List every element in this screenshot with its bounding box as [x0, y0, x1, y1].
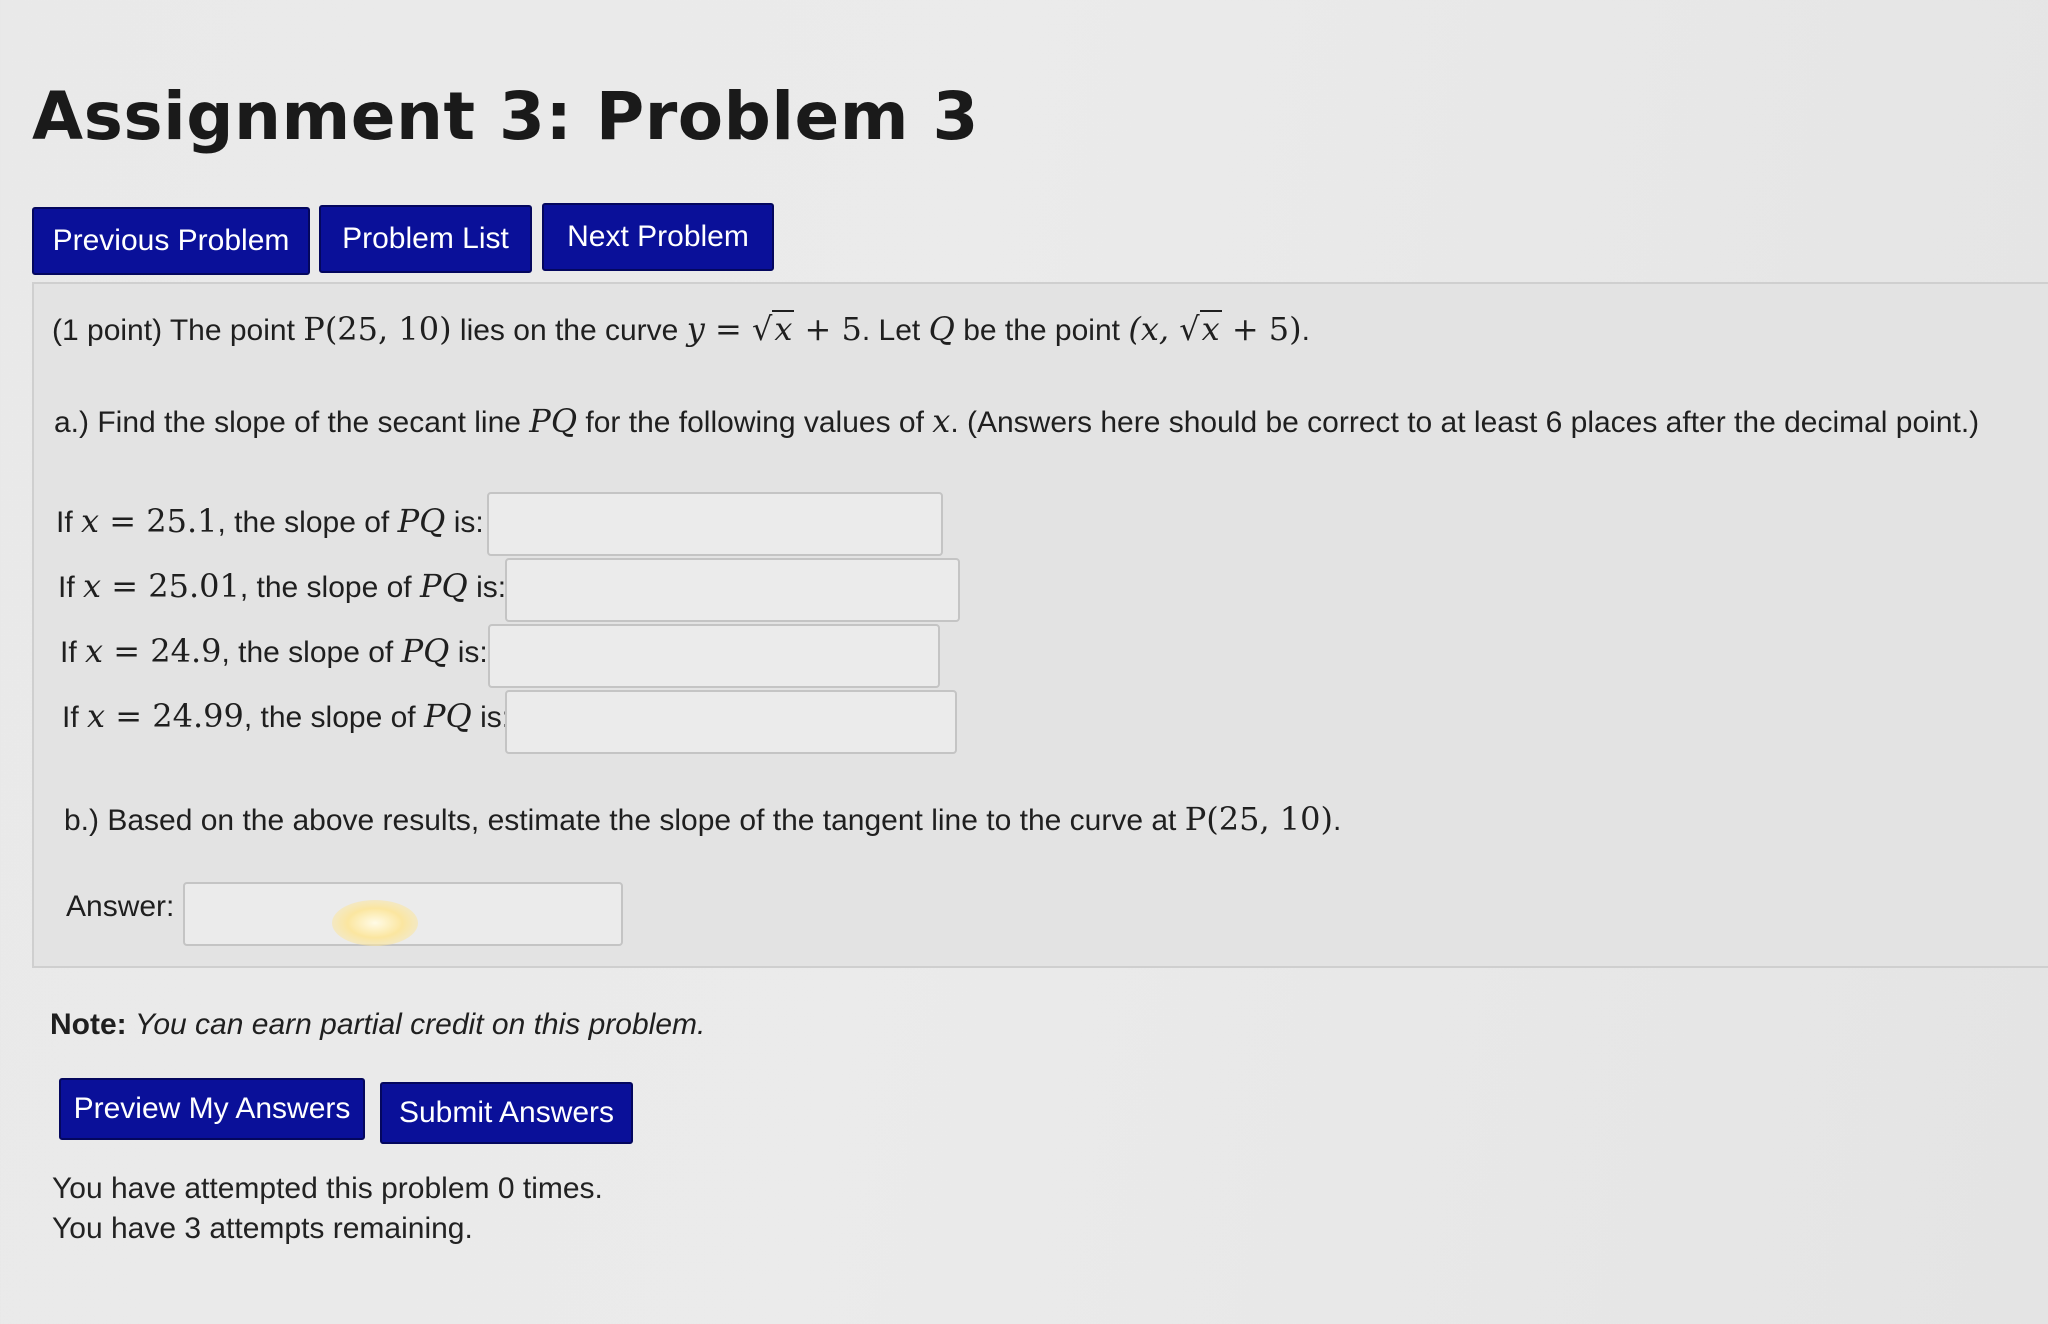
problem-statement: (1 point) The point P(25, 10) lies on th… — [52, 310, 1310, 348]
slope-row-label: If x = 25.1, the slope of PQ is: — [56, 502, 484, 540]
slope-input-x-25-01[interactable] — [505, 558, 960, 622]
partial-credit-note: Note: You can earn partial credit on thi… — [50, 1008, 706, 1041]
attempts-made-text: You have attempted this problem 0 times. — [52, 1172, 603, 1205]
screen-glare — [332, 900, 418, 946]
submit-answers-button[interactable]: Submit Answers — [380, 1082, 633, 1144]
slope-row-label: If x = 25.01, the slope of PQ is: — [58, 567, 507, 605]
slope-input-x-25-1[interactable] — [487, 492, 943, 556]
next-problem-button[interactable]: Next Problem — [542, 203, 774, 271]
problem-panel — [32, 282, 2048, 968]
point-p: P(25, 10) — [303, 310, 452, 348]
previous-problem-button[interactable]: Previous Problem — [32, 207, 310, 275]
slope-input-x-24-99[interactable] — [505, 690, 957, 754]
slope-input-x-24-9[interactable] — [488, 624, 940, 688]
answer-label: Answer: — [66, 890, 175, 923]
attempts-remaining-text: You have 3 attempts remaining. — [52, 1212, 473, 1245]
problem-list-button[interactable]: Problem List — [319, 205, 532, 273]
preview-answers-button[interactable]: Preview My Answers — [59, 1078, 365, 1140]
page-title: Assignment 3: Problem 3 — [32, 78, 979, 155]
part-b-instruction: b.) Based on the above results, estimate… — [64, 800, 1342, 838]
slope-row-label: If x = 24.99, the slope of PQ is: — [62, 697, 511, 735]
slope-row-label: If x = 24.9, the slope of PQ is: — [60, 632, 488, 670]
part-a-instruction: a.) Find the slope of the secant line PQ… — [54, 402, 1980, 440]
